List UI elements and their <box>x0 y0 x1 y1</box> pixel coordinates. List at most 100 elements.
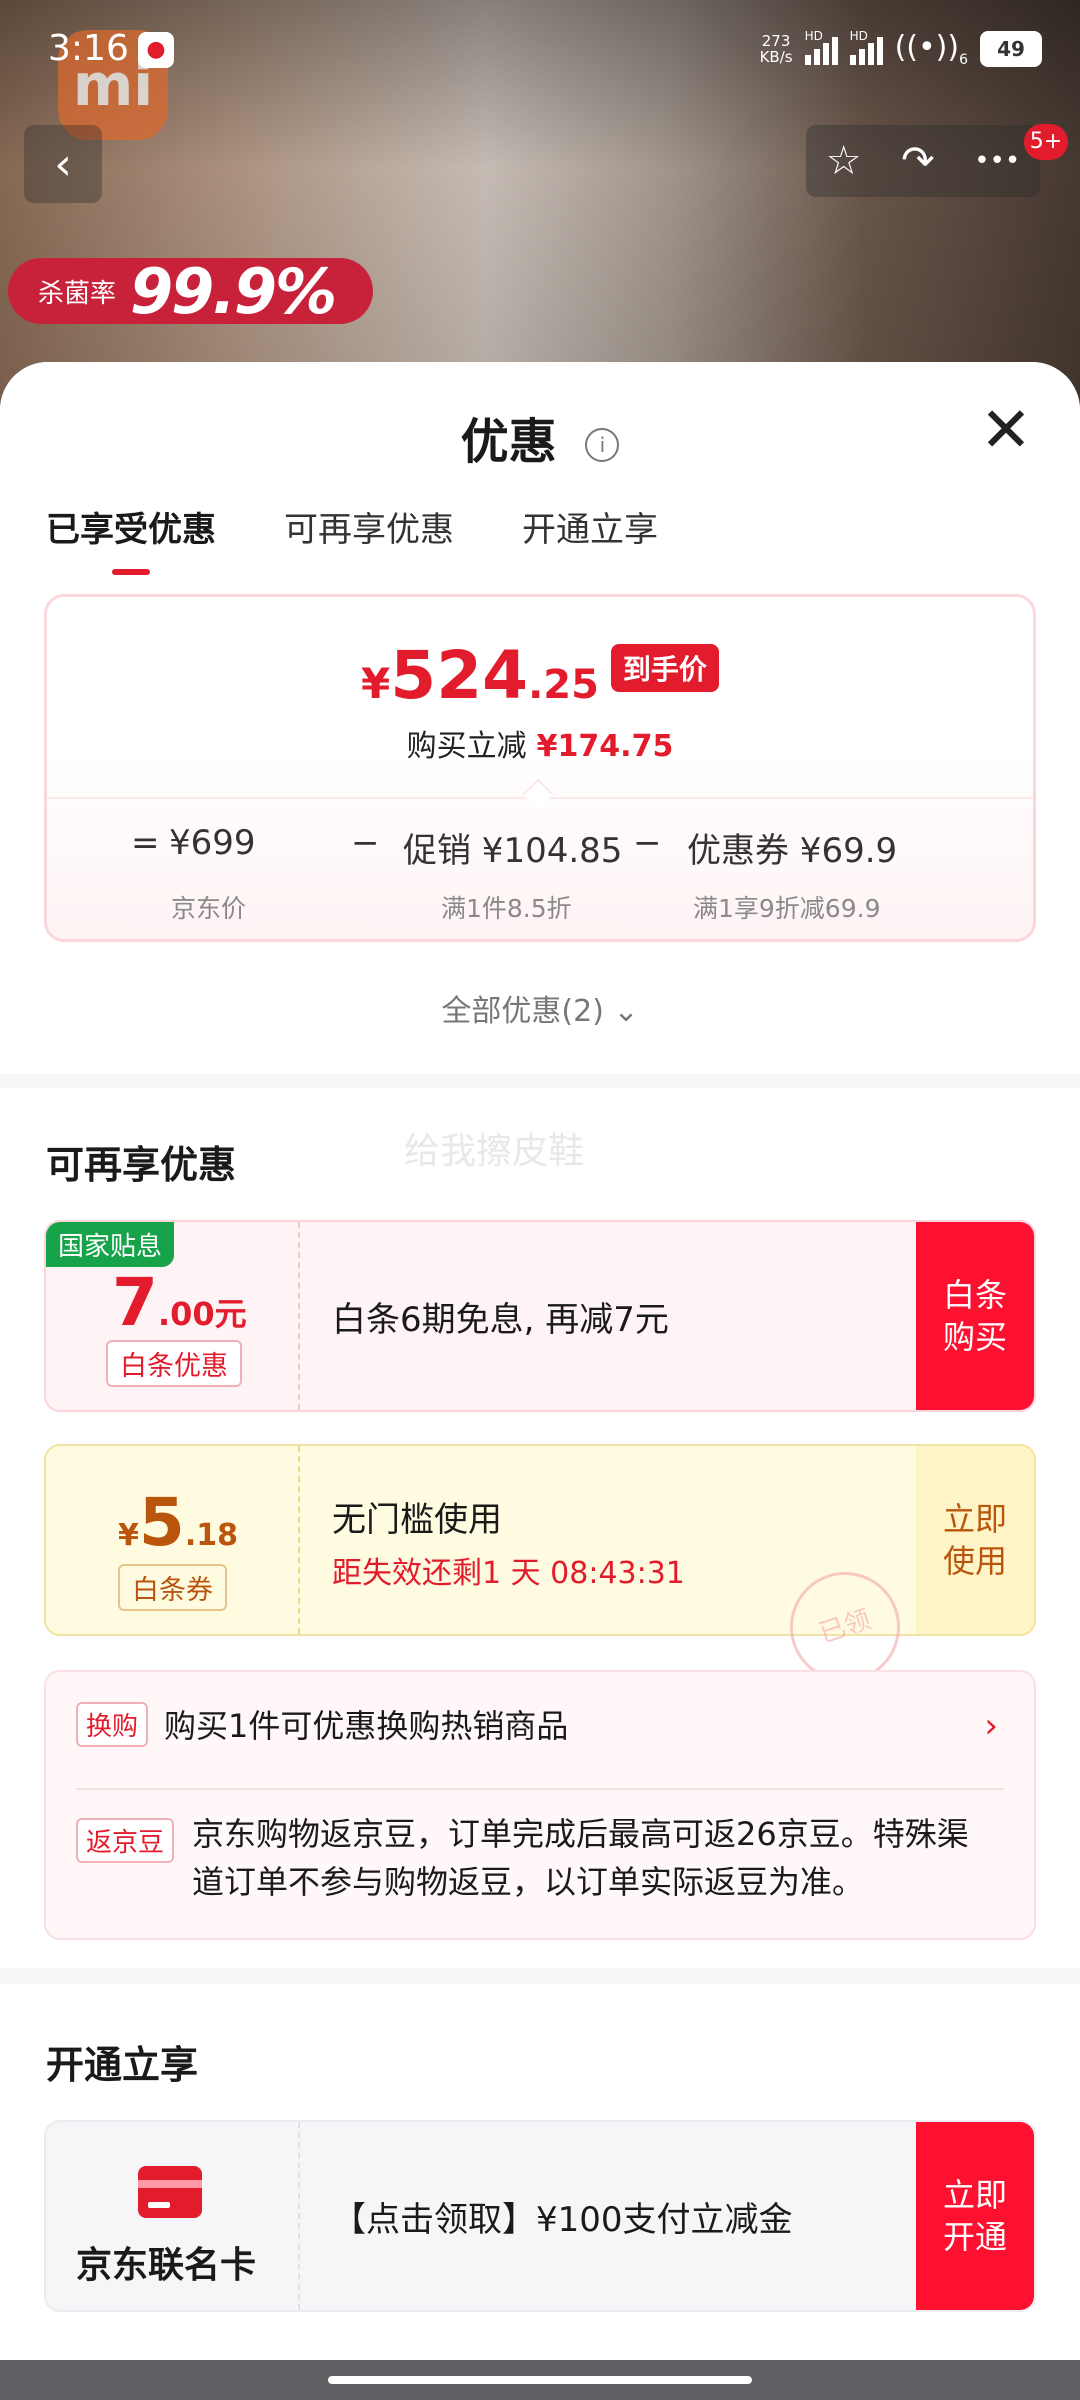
discount-amount: 7.00元 <box>112 1264 247 1341</box>
pointer-arrow <box>522 778 554 810</box>
base-price-label: 京东价 <box>171 894 247 923</box>
final-price-tag: 到手价 <box>610 644 719 692</box>
action-line2: 开通 <box>942 2218 1007 2256</box>
sheet-header-section: 优惠 i ✕ 已享受优惠 可再享优惠 开通立享 ¥524.25 到手价 购买立减… <box>0 362 1080 1074</box>
watermark-text: 给我擦皮鞋 <box>404 1131 585 1172</box>
sim2-hd: HD <box>849 29 868 43</box>
amount-big: 7 <box>112 1264 158 1341</box>
savings-amount: ¥174.75 <box>536 729 674 764</box>
message-count-badge: 5+ <box>1024 124 1068 160</box>
coupon-desc: 满1享9折减69.9 <box>693 894 881 923</box>
signal-icon-2: HD <box>849 29 883 65</box>
back-button[interactable]: ‹ <box>24 125 102 203</box>
card-left: ¥5.18 白条券 <box>46 1446 300 1634</box>
jingdou-chip: 返京豆 <box>76 1818 175 1863</box>
wifi-icon: ((•))6 <box>894 30 968 68</box>
final-price: ¥524.25 <box>361 637 599 714</box>
amount-small: .00元 <box>157 1295 247 1333</box>
kill-value: 99.9% <box>130 254 337 328</box>
card-desc: 无门槛使用 <box>332 1500 502 1540</box>
price-breakdown-card: ¥524.25 到手价 购买立减 ¥174.75 = ¥699 京东价 − 促销 … <box>44 594 1036 942</box>
baitiao-chip: 白条优惠 <box>106 1340 242 1387</box>
amount-currency: ¥ <box>118 1518 139 1553</box>
coupon-amount: ¥5.18 <box>118 1484 238 1561</box>
sheet-title-text: 优惠 <box>460 414 557 470</box>
signal-icon: HD <box>804 29 838 65</box>
kill-label: 杀菌率 <box>38 278 117 309</box>
gesture-bar <box>0 2360 1080 2400</box>
close-icon: ✕ <box>980 393 1032 466</box>
chevron-down-icon: ⌄ <box>613 994 639 1029</box>
amount-big: 5 <box>138 1484 185 1561</box>
card-desc: 白条6期免息, 再减7元 <box>332 1300 669 1340</box>
promo-tabs: 已享受优惠 可再享优惠 开通立享 <box>46 502 658 575</box>
more-icon[interactable]: ••• <box>974 146 1020 176</box>
use-now-button[interactable]: 立即 使用 <box>916 1446 1034 1634</box>
divider <box>76 1788 1004 1790</box>
share-icon[interactable]: ↷ <box>901 138 935 184</box>
promo-desc: 满1件8.5折 <box>441 894 572 923</box>
price-decimal: .25 <box>528 662 599 708</box>
coupon-discount: 优惠券 ¥69.9 <box>687 831 898 871</box>
battery-icon: 49 <box>980 31 1042 67</box>
home-indicator[interactable] <box>328 2376 752 2384</box>
amount-small: .18 <box>184 1518 238 1553</box>
action-line2: 购买 <box>942 1318 1007 1356</box>
open-section-title: 开通立享 <box>46 2043 199 2087</box>
close-button[interactable]: ✕ <box>978 399 1034 461</box>
all-promos-label: 全部优惠(2) <box>441 994 604 1029</box>
tab-more-available[interactable]: 可再享优惠 <box>284 502 454 551</box>
equals-sign: = <box>131 823 160 863</box>
baitiao-interest-free-card[interactable]: 国家贴息 7.00元 白条优惠 白条6期免息, 再减7元 白条 购买 <box>44 1220 1036 1412</box>
clock: 3:16 <box>48 28 129 69</box>
tab-enjoyed[interactable]: 已享受优惠 <box>46 502 216 575</box>
base-price: ¥699 <box>169 823 256 863</box>
jingdou-text-line2: 道订单不参与购物返豆，以订单实际返豆为准。 <box>192 1863 865 1901</box>
status-bar: 3:16 ● 273 KB/s HD HD ((•))6 49 <box>0 0 1080 100</box>
net-speed-unit: KB/s <box>759 48 793 66</box>
extra-section-title: 可再享优惠 <box>46 1143 237 1187</box>
card-left: 京东联名卡 <box>46 2122 300 2310</box>
minus-sign-1: − <box>351 823 380 863</box>
top-action-pill: ☆ ↷ ••• <box>806 125 1040 197</box>
minus-sign-2: − <box>633 823 662 863</box>
net-speed: 273 KB/s <box>760 33 793 65</box>
chevron-right-icon: › <box>984 1706 998 1746</box>
star-icon[interactable]: ☆ <box>826 138 862 184</box>
jd-cobrand-card[interactable]: 京东联名卡 【点击领取】¥100支付立减金 立即 开通 <box>44 2120 1036 2312</box>
countdown: 距失效还剩1 天 08:43:31 <box>332 1556 685 1591</box>
sim1-hd: HD <box>804 29 823 43</box>
promo-discount: 促销 ¥104.85 <box>403 831 623 871</box>
open-now-button[interactable]: 立即 开通 <box>916 2122 1034 2310</box>
trade-in-chip: 换购 <box>76 1702 149 1747</box>
card-name: 京东联名卡 <box>76 2245 257 2286</box>
notification-app-icon: ● <box>138 32 174 68</box>
savings-line: 购买立减 ¥174.75 <box>47 721 1033 765</box>
back-icon: ‹ <box>54 138 72 190</box>
action-line2: 使用 <box>942 1542 1007 1580</box>
action-line1: 立即 <box>942 2176 1007 2214</box>
sheet-title: 优惠 i <box>0 402 1080 472</box>
wifi-sub: 6 <box>959 52 968 68</box>
card-desc: 【点击领取】¥100支付立减金 <box>332 2200 793 2240</box>
national-subsidy-tag: 国家贴息 <box>46 1222 175 1267</box>
trade-in-text: 购买1件可优惠换购热销商品 <box>164 1707 569 1745</box>
final-price-line: ¥524.25 到手价 <box>47 637 1033 714</box>
credit-card-icon <box>138 2166 202 2218</box>
savings-label: 购买立减 <box>406 729 527 764</box>
net-speed-value: 273 <box>761 32 791 50</box>
coupon-chip: 白条券 <box>118 1564 227 1611</box>
action-line1: 白条 <box>942 1276 1007 1314</box>
price-currency: ¥ <box>361 659 391 708</box>
all-promos-toggle[interactable]: 全部优惠(2) ⌄ <box>0 986 1080 1030</box>
sterilization-badge: 杀菌率 99.9% <box>8 255 373 328</box>
action-line1: 立即 <box>942 1500 1007 1538</box>
status-icons: 273 KB/s HD HD ((•))6 49 <box>760 29 1042 68</box>
card-left: 国家贴息 7.00元 白条优惠 <box>46 1222 300 1410</box>
price-integer: 524 <box>390 637 529 714</box>
info-icon[interactable]: i <box>585 428 620 462</box>
extra-info-card: 换购 购买1件可优惠换购热销商品 › 返京豆 京东购物返京豆，订单完成后最高可返… <box>44 1670 1036 1940</box>
baitiao-buy-button[interactable]: 白条 购买 <box>916 1222 1034 1410</box>
tab-open-enjoy[interactable]: 开通立享 <box>522 502 658 551</box>
jingdou-text-line1: 京东购物返京豆，订单完成后最高可返26京豆。特殊渠 <box>192 1815 969 1853</box>
